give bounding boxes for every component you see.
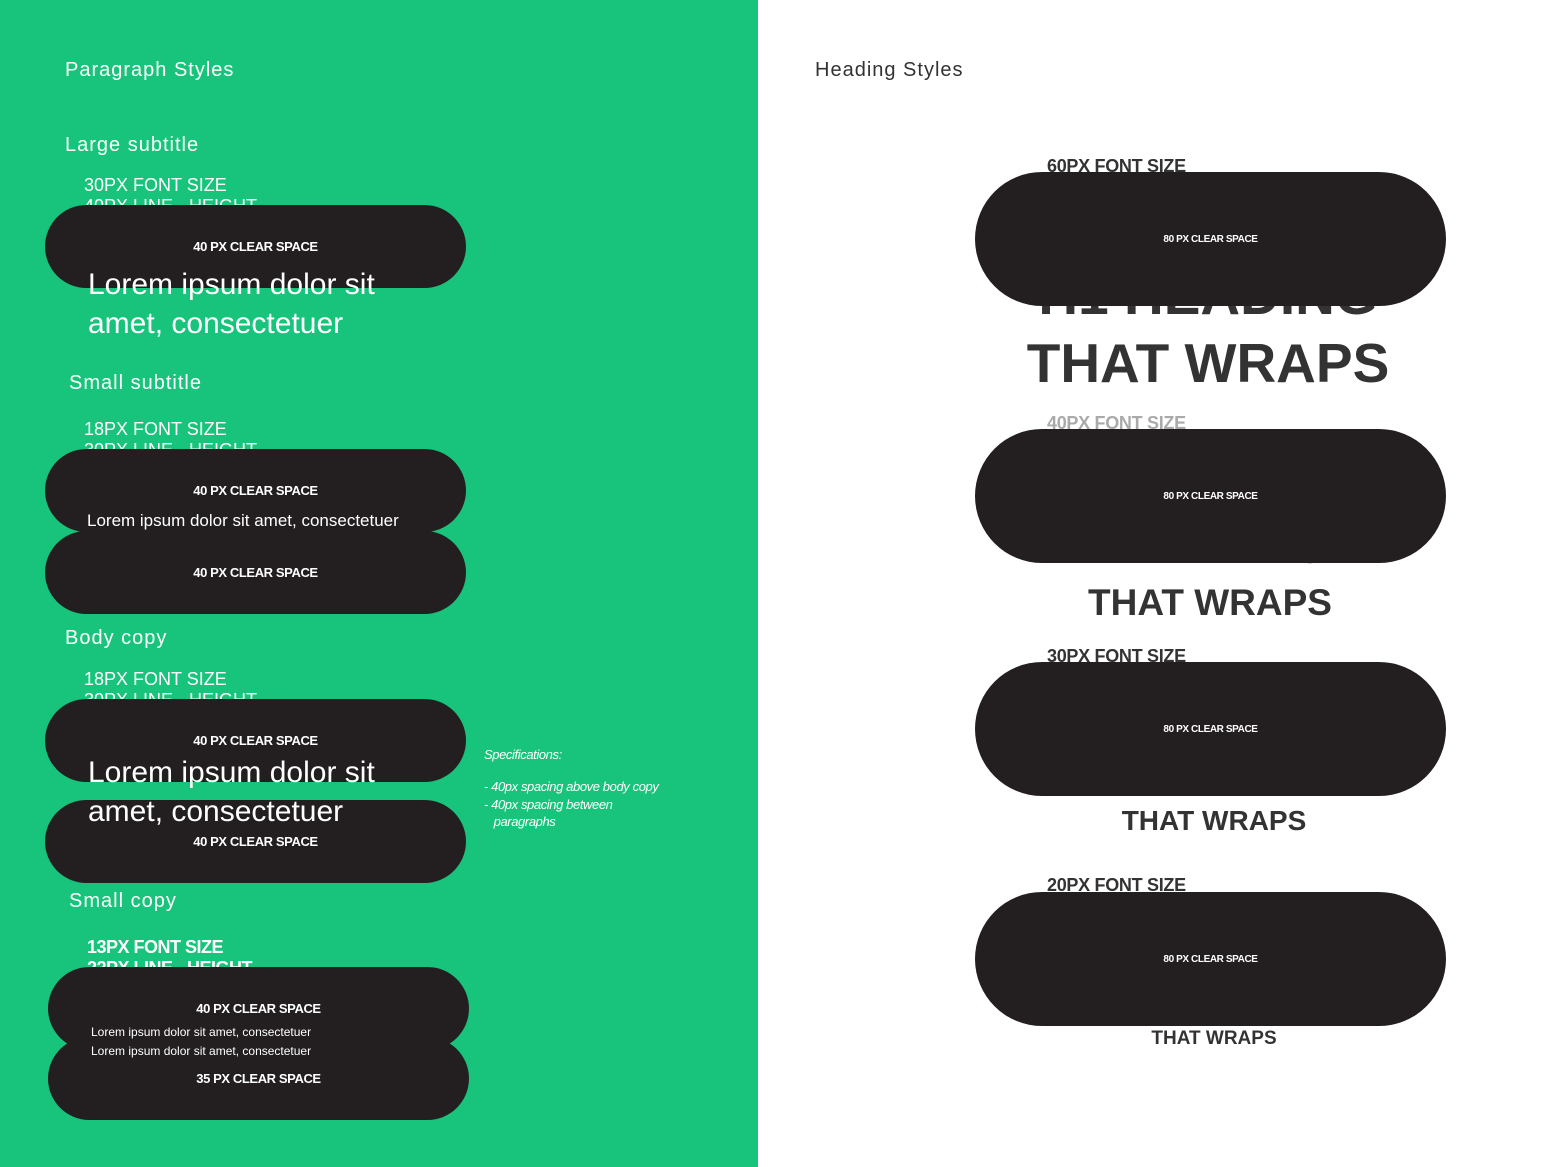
small-copy-sample: Lorem ipsum dolor sit amet, consectetuer… — [91, 1023, 311, 1061]
heading-line-2: THAT WRAPS — [1088, 582, 1332, 623]
clear-space-pill: 40 PX CLEAR SPACE — [45, 531, 466, 614]
font-size-label: 30PX FONT SIZE — [84, 175, 227, 195]
specifications-list: - 40px spacing above body copy - 40px sp… — [484, 779, 659, 829]
heading-styles-title: Heading Styles — [815, 59, 964, 81]
paragraph-styles-title: Paragraph Styles — [65, 59, 235, 81]
sample-line-2: amet, consectetuer — [88, 795, 344, 828]
body-copy-specs: 18PX FONT SIZE 30PX LINE - HEIGHT — [84, 669, 344, 701]
clear-space-pill: 80 PX CLEAR SPACE — [975, 662, 1446, 796]
clear-space-pill: 80 PX CLEAR SPACE — [975, 429, 1446, 563]
large-subtitle-sample: Lorem ipsum dolor sit amet, consectetuer — [88, 265, 375, 343]
small-subtitle-sample: Lorem ipsum dolor sit amet, consectetuer — [87, 511, 399, 530]
large-subtitle-specs: 30PX FONT SIZE 40PX LINE - HEIGHT — [84, 175, 344, 207]
body-copy-sample: Lorem ipsum dolor sit amet, consectetuer — [88, 753, 375, 831]
h3-heading-sample: THAT WRAPS — [1121, 805, 1307, 836]
small-copy-specs: 13PX FONT SIZE 22PX LINE - HEIGHT — [87, 937, 347, 969]
font-size-label: 18PX FONT SIZE — [84, 419, 227, 439]
clear-space-pill: 80 PX CLEAR SPACE — [975, 172, 1446, 306]
paragraph-styles-panel: Paragraph Styles Large subtitle 30PX FON… — [0, 0, 758, 1167]
large-subtitle-heading: Large subtitle — [65, 134, 200, 156]
heading-line-2: THAT WRAPS — [1026, 332, 1390, 394]
sample-line-1: Lorem ipsum dolor sit amet, consectetuer — [91, 1025, 312, 1039]
sample-line-2: Lorem ipsum dolor sit amet, consectetuer — [91, 1044, 312, 1058]
font-size-label: 13PX FONT SIZE — [87, 937, 224, 957]
clear-space-pill: 80 PX CLEAR SPACE — [975, 892, 1446, 1026]
body-copy-heading: Body copy — [65, 627, 168, 649]
sample-line-1: Lorem ipsum dolor sit — [88, 756, 375, 789]
heading-styles-panel: Heading Styles 60PX FONT SIZE H1 HEADING… — [758, 0, 1556, 1167]
small-copy-heading: Small copy — [69, 890, 177, 912]
small-subtitle-heading: Small subtitle — [69, 372, 202, 394]
h4-heading-sample: THAT WRAPS — [1151, 1028, 1277, 1049]
sample-line-1: Lorem ipsum dolor sit — [88, 268, 375, 301]
small-subtitle-specs: 18PX FONT SIZE 30PX LINE - HEIGHT — [84, 419, 344, 451]
sample-line-2: amet, consectetuer — [88, 307, 344, 340]
specifications-title: Specifications: — [484, 747, 562, 762]
font-size-label: 18PX FONT SIZE — [84, 669, 227, 689]
